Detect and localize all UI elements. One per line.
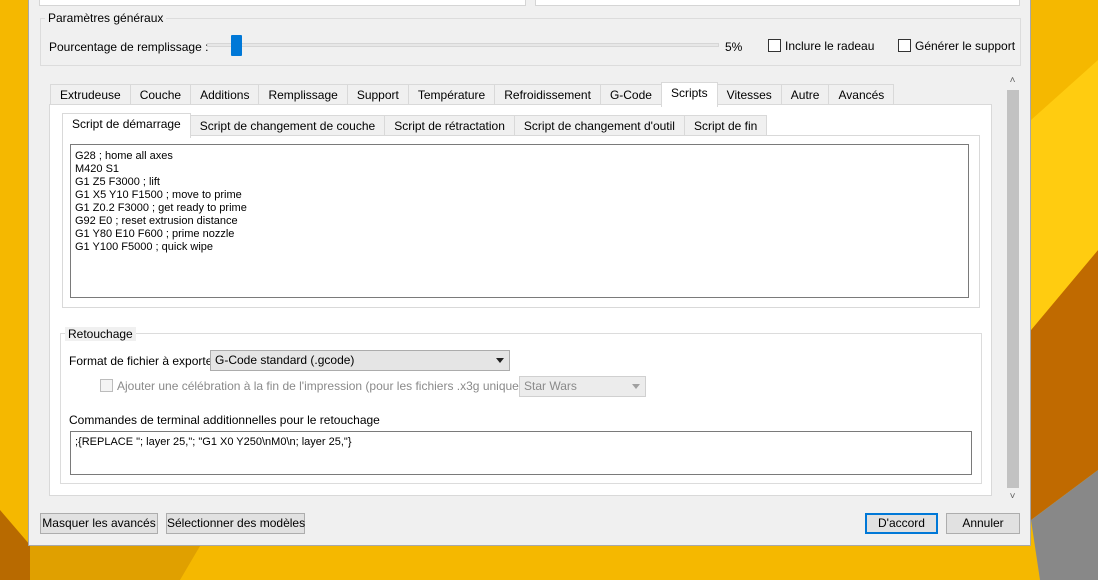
tab-avances[interactable]: Avancés <box>828 84 895 106</box>
scroll-thumb[interactable] <box>1007 90 1019 488</box>
select-models-button[interactable]: Sélectionner des modèles <box>166 513 305 534</box>
top-panel-right <box>535 0 1020 6</box>
ok-button[interactable]: D'accord <box>865 513 938 534</box>
script-tab-script-de-retractation[interactable]: Script de rétractation <box>384 115 514 137</box>
tab-scripts[interactable]: Scripts <box>660 82 718 107</box>
fill-slider-thumb[interactable] <box>231 35 242 56</box>
support-checkbox[interactable] <box>898 39 911 52</box>
top-panel-left <box>39 0 526 6</box>
chevron-down-icon <box>496 358 504 363</box>
celebration-value: Star Wars <box>524 379 577 393</box>
tab-autre[interactable]: Autre <box>780 84 829 106</box>
celebration-label: Ajouter une célébration à la fin de l'im… <box>117 379 550 393</box>
general-settings-title: Paramètres généraux <box>45 11 167 25</box>
scroll-down-icon[interactable]: ˅ <box>1004 490 1021 504</box>
chevron-down-icon <box>632 384 640 389</box>
tab-temperature[interactable]: Température <box>407 84 495 106</box>
tab-vitesses[interactable]: Vitesses <box>717 84 781 106</box>
tab-support[interactable]: Support <box>346 84 408 106</box>
script-tab-script-de-changement-d-outil[interactable]: Script de changement d'outil <box>513 115 684 137</box>
script-tab-script-de-fin[interactable]: Script de fin <box>683 115 768 137</box>
celebration-checkbox[interactable] <box>100 379 113 392</box>
raft-checkbox[interactable] <box>768 39 781 52</box>
tab-extrudeuse[interactable]: Extrudeuse <box>50 84 130 106</box>
tab-refroidissement[interactable]: Refroidissement <box>494 84 600 106</box>
cancel-button[interactable]: Annuler <box>946 513 1020 534</box>
support-label: Générer le support <box>915 39 1016 53</box>
start-script-editor[interactable]: G28 ; home all axes M420 S1 G1 Z5 F3000 … <box>70 144 969 298</box>
export-format-value: G-Code standard (.gcode) <box>215 353 355 367</box>
tab-additions[interactable]: Additions <box>190 84 259 106</box>
fill-percentage-value: 5% <box>725 40 743 54</box>
hide-advanced-button[interactable]: Masquer les avancés <box>40 513 158 534</box>
tab-g-code[interactable]: G-Code <box>599 84 661 106</box>
fill-percentage-label: Pourcentage de remplissage : <box>49 40 209 54</box>
terminal-commands-label: Commandes de terminal additionnelles pou… <box>69 413 380 427</box>
export-format-label: Format de fichier à exporter <box>69 354 217 368</box>
postprocess-title: Retouchage <box>65 327 136 341</box>
raft-label: Inclure le radeau <box>785 39 875 53</box>
script-tab-script-de-demarrage[interactable]: Script de démarrage <box>62 113 191 138</box>
script-tab-script-de-changement-de-couche[interactable]: Script de changement de couche <box>190 115 385 137</box>
settings-dialog: Paramètres généraux Pourcentage de rempl… <box>28 0 1031 546</box>
tab-remplissage[interactable]: Remplissage <box>258 84 347 106</box>
tab-couche[interactable]: Couche <box>129 84 191 106</box>
export-format-select[interactable]: G-Code standard (.gcode) <box>210 350 510 371</box>
fill-slider-track[interactable] <box>207 43 719 47</box>
celebration-select[interactable]: Star Wars <box>519 376 646 397</box>
terminal-commands-input[interactable]: ;{REPLACE "; layer 25,"; "G1 X0 Y250\nM0… <box>70 431 972 475</box>
vertical-scrollbar[interactable]: ˄ ˅ <box>1004 74 1021 506</box>
scroll-up-icon[interactable]: ˄ <box>1004 74 1021 88</box>
